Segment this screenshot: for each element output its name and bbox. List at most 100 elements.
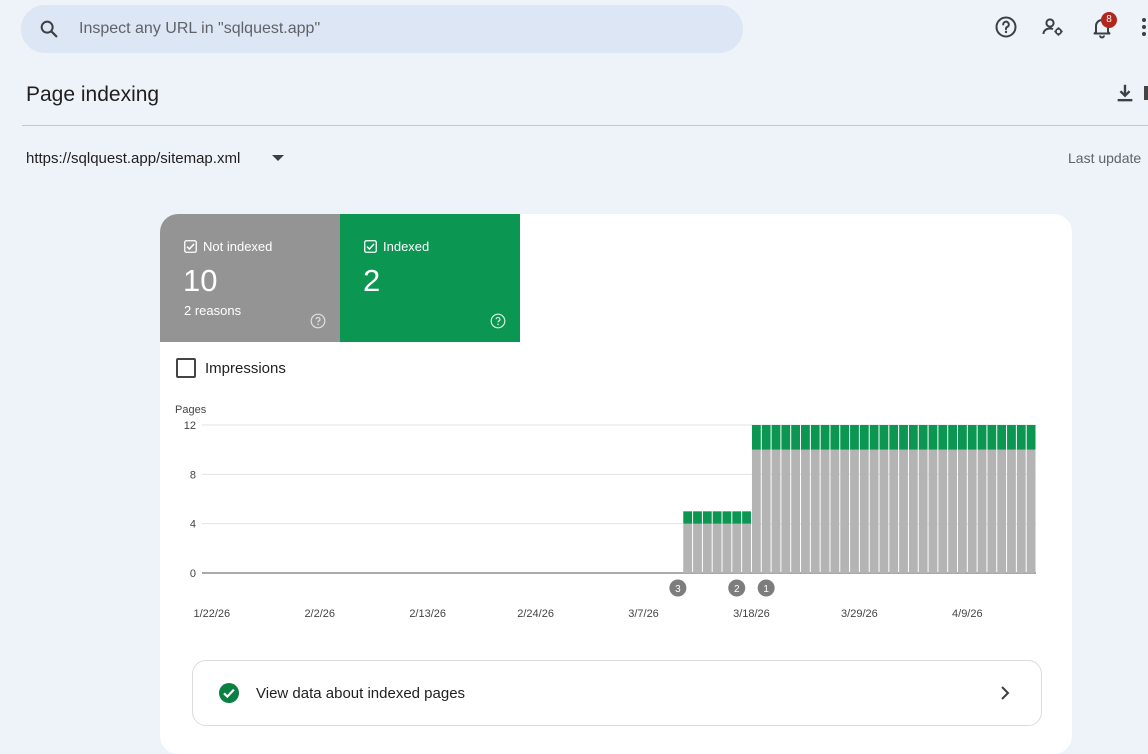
bar-not-indexed xyxy=(781,449,791,573)
x-tick-label: 3/7/26 xyxy=(628,608,659,620)
x-tick-label: 3/29/26 xyxy=(841,608,878,620)
bar-not-indexed xyxy=(791,449,801,573)
bar-not-indexed xyxy=(771,449,781,573)
annotation-label: 3 xyxy=(675,584,681,595)
checkbox-checked-icon[interactable] xyxy=(364,240,377,253)
search-input[interactable]: Inspect any URL in "sqlquest.app" xyxy=(79,20,320,38)
bar-indexed xyxy=(771,425,781,450)
x-tick-label: 2/13/26 xyxy=(409,608,446,620)
bar-indexed xyxy=(879,425,889,450)
bar-not-indexed xyxy=(987,449,997,573)
tile-subtitle: 2 reasons xyxy=(184,303,242,318)
bar-indexed xyxy=(850,425,859,450)
bar-not-indexed xyxy=(918,449,928,573)
bar-not-indexed xyxy=(938,449,948,573)
help-icon[interactable] xyxy=(310,313,326,329)
bar-indexed xyxy=(761,425,771,450)
manage-users-icon[interactable] xyxy=(1041,15,1065,39)
bar-indexed xyxy=(1026,425,1036,450)
search-bar[interactable]: Inspect any URL in "sqlquest.app" xyxy=(21,5,743,53)
x-tick-label: 2/24/26 xyxy=(517,608,554,620)
bar-indexed xyxy=(751,425,761,450)
y-axis-label: Pages xyxy=(175,404,207,416)
bar-indexed xyxy=(987,425,997,450)
bar-indexed xyxy=(889,425,899,450)
view-indexed-pages-row[interactable]: View data about indexed pages xyxy=(192,660,1042,726)
help-icon[interactable] xyxy=(994,15,1018,39)
annotation-label: 2 xyxy=(734,584,740,595)
bar-indexed xyxy=(722,511,732,524)
x-tick-label: 2/2/26 xyxy=(304,608,335,620)
bar-not-indexed xyxy=(908,449,918,573)
notification-badge: 8 xyxy=(1101,12,1117,28)
bar-not-indexed xyxy=(997,449,1007,573)
x-tick-label: 4/9/26 xyxy=(952,608,983,620)
y-tick-label: 8 xyxy=(190,469,196,481)
bar-indexed xyxy=(820,425,830,450)
bar-not-indexed xyxy=(859,449,869,573)
bar-indexed xyxy=(948,425,958,450)
bar-indexed xyxy=(859,425,869,450)
tile-count: 10 xyxy=(183,263,218,298)
bar-indexed xyxy=(742,511,751,524)
bar-indexed xyxy=(869,425,879,450)
bar-not-indexed xyxy=(761,449,771,573)
tile-label: Indexed xyxy=(383,239,430,254)
y-tick-label: 4 xyxy=(190,519,196,531)
export-button-partial[interactable] xyxy=(1144,86,1148,100)
bar-not-indexed xyxy=(693,523,702,573)
bar-indexed xyxy=(712,511,722,524)
bar-not-indexed xyxy=(722,523,732,573)
bar-indexed xyxy=(908,425,918,450)
last-update-label: Last update xyxy=(1068,150,1142,166)
bar-not-indexed xyxy=(683,523,693,573)
indexed-tile[interactable]: Indexed 2 xyxy=(340,214,520,342)
bar-indexed xyxy=(702,511,712,524)
bar-not-indexed xyxy=(958,449,967,573)
bar-indexed xyxy=(977,425,987,450)
tile-label: Not indexed xyxy=(203,239,273,254)
y-tick-label: 0 xyxy=(190,568,196,580)
bar-not-indexed xyxy=(928,449,938,573)
check-circle-icon xyxy=(219,683,239,703)
tile-count: 2 xyxy=(363,263,381,298)
bar-not-indexed xyxy=(899,449,908,573)
bar-not-indexed xyxy=(840,449,850,573)
annotation-label: 1 xyxy=(763,584,769,595)
bar-not-indexed xyxy=(712,523,722,573)
page-title: Page indexing xyxy=(26,83,160,106)
x-tick-label: 3/18/26 xyxy=(733,608,770,620)
bar-not-indexed xyxy=(810,449,820,573)
bar-indexed xyxy=(810,425,820,450)
checkbox-checked-icon[interactable] xyxy=(184,240,197,253)
bar-not-indexed xyxy=(732,523,742,573)
bar-indexed xyxy=(928,425,938,450)
not-indexed-tile[interactable]: Not indexed 10 2 reasons xyxy=(160,214,340,342)
bar-indexed xyxy=(732,511,742,524)
chevron-down-icon[interactable] xyxy=(270,152,286,164)
bar-not-indexed xyxy=(702,523,712,573)
bar-not-indexed xyxy=(1016,449,1026,573)
bar-not-indexed xyxy=(850,449,859,573)
help-icon[interactable] xyxy=(490,313,506,329)
bar-not-indexed xyxy=(742,523,751,573)
x-tick-label: 1/22/26 xyxy=(193,608,230,620)
bar-not-indexed xyxy=(977,449,987,573)
bar-not-indexed xyxy=(967,449,977,573)
indexing-card: Not indexed 10 2 reasons Indexed 2 Impre… xyxy=(160,214,1072,754)
view-indexed-pages-label: View data about indexed pages xyxy=(256,685,466,702)
bar-indexed xyxy=(1007,425,1016,450)
header-divider xyxy=(22,125,1148,126)
bar-indexed xyxy=(918,425,928,450)
bar-not-indexed xyxy=(751,449,761,573)
search-icon xyxy=(40,20,58,38)
bar-indexed xyxy=(958,425,967,450)
bar-indexed xyxy=(899,425,908,450)
sitemap-selector[interactable]: https://sqlquest.app/sitemap.xml xyxy=(26,150,240,167)
bar-indexed xyxy=(693,511,702,524)
download-icon[interactable] xyxy=(1114,82,1136,104)
more-vert-icon[interactable] xyxy=(1134,15,1148,39)
bar-indexed xyxy=(938,425,948,450)
impressions-checkbox[interactable] xyxy=(176,358,196,378)
bar-not-indexed xyxy=(948,449,958,573)
